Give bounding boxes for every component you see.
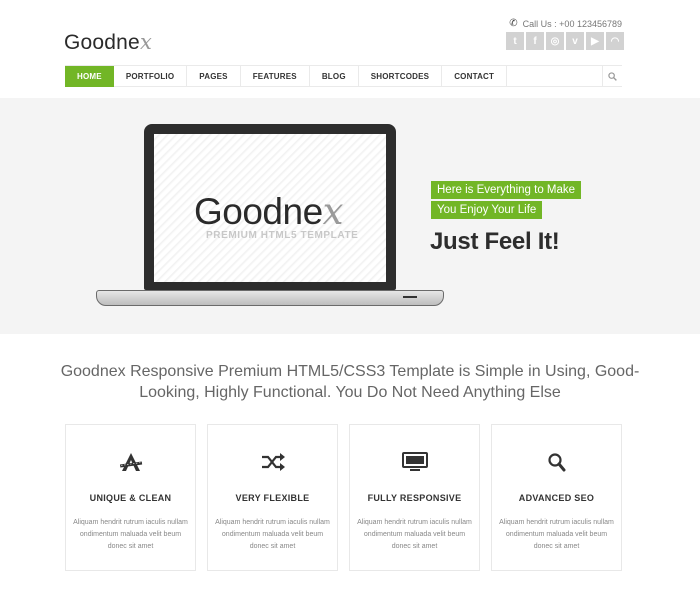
- hero-tagline: Just Feel It!: [430, 228, 560, 255]
- laptop-base: [96, 290, 444, 306]
- feature-text: Aliquam hendrit rutrum iaculis nullam on…: [215, 519, 330, 550]
- feature-title: UNIQUE & CLEAN: [89, 493, 172, 503]
- features-row: UNIQUE & CLEAN Aliquam hendrit rutrum ia…: [65, 424, 622, 571]
- feature-text: Aliquam hendrit rutrum iaculis nullam on…: [499, 519, 614, 550]
- screen-subtitle: PREMIUM HTML5 TEMPLATE: [206, 230, 359, 241]
- vimeo-icon[interactable]: v: [566, 32, 584, 50]
- search-icon: [608, 71, 617, 81]
- hero-tag-1: Here is Everything to Make: [431, 181, 582, 199]
- main-nav: HOME PORTFOLIO PAGES FEATURES BLOG SHORT…: [65, 65, 622, 87]
- nav-item-portfolio[interactable]: PORTFOLIO: [114, 66, 188, 87]
- phone-icon: ✆: [509, 18, 518, 29]
- feature-title: FULLY RESPONSIVE: [367, 493, 462, 503]
- feature-title: ADVANCED SEO: [518, 493, 595, 503]
- hero-tag-2: You Enjoy Your Life: [431, 201, 543, 219]
- contact-phone-text: Call Us : +00 123456789: [522, 18, 622, 29]
- site-logo[interactable]: Goodnex: [64, 30, 152, 55]
- contact-phone: ✆ Call Us : +00 123456789: [509, 18, 622, 29]
- intro-text: Goodnex Responsive Premium HTML5/CSS3 Te…: [60, 363, 640, 401]
- rss-icon[interactable]: ◠: [606, 32, 624, 50]
- monitor-icon: [401, 451, 428, 473]
- logo-text: Goodne: [64, 31, 140, 54]
- hero-banner: Goodnex PREMIUM HTML5 TEMPLATE: [0, 98, 700, 334]
- logo-x-mark: x: [139, 30, 152, 54]
- feature-text: Aliquam hendrit rutrum iaculis nullam on…: [73, 519, 188, 550]
- social-links: t f ◎ v ▶ ◠: [506, 32, 624, 50]
- nav-item-blog[interactable]: BLOG: [310, 66, 359, 87]
- nav-item-features[interactable]: FEATURES: [241, 66, 310, 87]
- feature-text: Aliquam hendrit rutrum iaculis nullam on…: [357, 519, 472, 550]
- nav-item-shortcodes[interactable]: SHORTCODES: [359, 66, 443, 87]
- feature-card: ADVANCED SEO Aliquam hendrit rutrum iacu…: [491, 424, 622, 571]
- laptop-display: Goodnex PREMIUM HTML5 TEMPLATE: [154, 134, 386, 282]
- laptop-illustration: Goodnex PREMIUM HTML5 TEMPLATE: [96, 124, 444, 314]
- design-tools-icon: [118, 451, 144, 473]
- nav-item-home[interactable]: HOME: [65, 66, 114, 87]
- screen-logo-x-mark: x: [322, 190, 344, 233]
- nav-item-contact[interactable]: CONTACT: [442, 66, 508, 87]
- screen-logo: Goodnex: [194, 190, 344, 233]
- feature-card: FULLY RESPONSIVE Aliquam hendrit rutrum …: [349, 424, 480, 571]
- laptop-screen: Goodnex PREMIUM HTML5 TEMPLATE: [144, 124, 396, 290]
- youtube-icon[interactable]: ▶: [586, 32, 604, 50]
- twitter-icon[interactable]: t: [506, 32, 524, 50]
- feature-card: VERY FLEXIBLE Aliquam hendrit rutrum iac…: [207, 424, 338, 571]
- feature-title: VERY FLEXIBLE: [235, 493, 310, 503]
- facebook-icon[interactable]: f: [526, 32, 544, 50]
- nav-search-button[interactable]: [602, 66, 622, 86]
- search-icon: [544, 451, 570, 473]
- feature-card: UNIQUE & CLEAN Aliquam hendrit rutrum ia…: [65, 424, 196, 571]
- dribbble-icon[interactable]: ◎: [546, 32, 564, 50]
- screen-logo-text: Goodne: [194, 191, 323, 232]
- shuffle-icon: [260, 451, 286, 473]
- nav-item-pages[interactable]: PAGES: [187, 66, 241, 87]
